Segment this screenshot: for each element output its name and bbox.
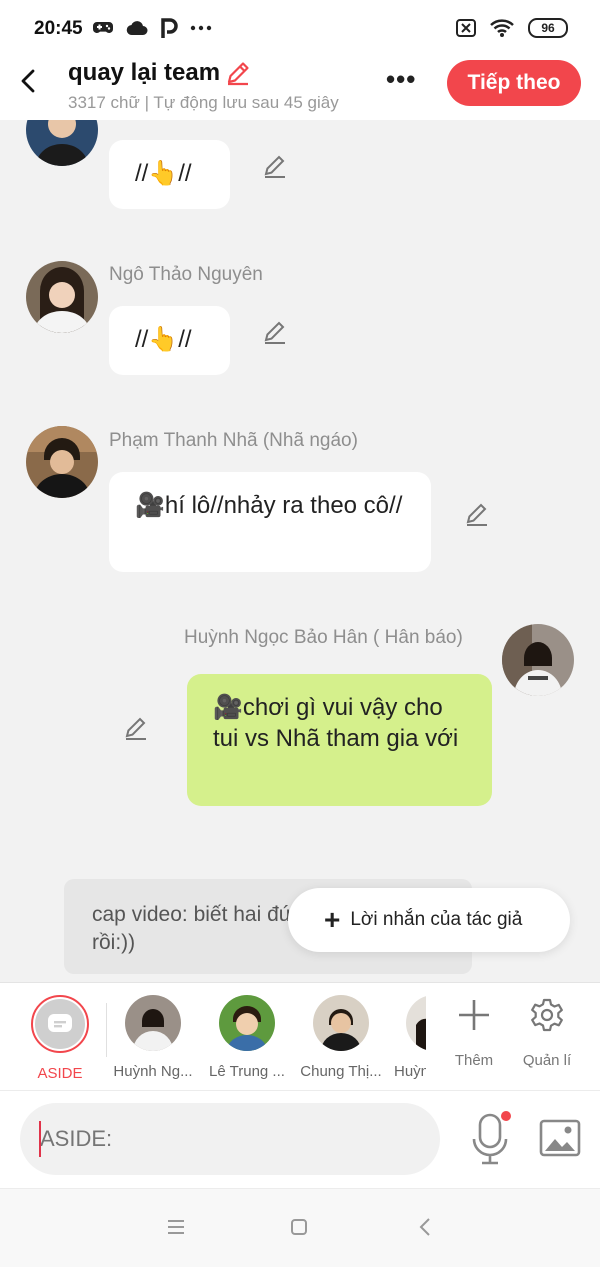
sim-off-icon xyxy=(456,19,476,37)
avatar[interactable] xyxy=(26,261,98,333)
edit-title-pencil-icon[interactable] xyxy=(224,59,252,87)
input-bar xyxy=(0,1090,600,1188)
edit-message-pencil-icon[interactable] xyxy=(262,319,288,345)
character-label: Chung Thị... xyxy=(300,1063,382,1080)
sender-name: Ngô Thảo Nguyên xyxy=(109,264,263,285)
more-options-icon[interactable]: ••• xyxy=(386,64,416,95)
author-note-label: Lời nhắn của tác giả xyxy=(350,909,523,930)
battery-indicator: 96 xyxy=(528,18,568,38)
system-nav-bar xyxy=(0,1188,600,1267)
p-app-icon xyxy=(161,18,178,38)
next-button[interactable]: Tiếp theo xyxy=(447,60,581,106)
text-caret xyxy=(39,1121,41,1157)
manage-characters-button[interactable]: Quản lí xyxy=(512,997,582,1069)
message-bubble[interactable]: 🎥hí lô//nhảy ra theo cô// xyxy=(109,472,431,572)
character-avatar xyxy=(406,995,426,1051)
gear-icon xyxy=(531,998,563,1032)
story-title: quay lại team xyxy=(68,59,221,86)
character-item[interactable]: Lê Trung ... xyxy=(202,995,292,1080)
character-item[interactable]: Huỳnh xyxy=(390,995,426,1080)
editor-header: quay lại team 3317 chữ | Tự động lưu sau… xyxy=(0,56,600,120)
plus-icon: + xyxy=(324,904,341,935)
message-bubble[interactable]: 🎥chơi gì vui vậy cho tui vs Nhã tham gia… xyxy=(187,674,492,806)
divider xyxy=(106,1003,107,1057)
avatar[interactable] xyxy=(26,120,98,166)
manage-label: Quản lí xyxy=(522,1052,572,1069)
title-row[interactable]: quay lại team xyxy=(68,59,252,87)
edit-message-pencil-icon[interactable] xyxy=(464,501,490,527)
character-avatar xyxy=(219,995,275,1051)
add-label: Thêm xyxy=(454,1052,494,1069)
edit-message-pencil-icon[interactable] xyxy=(262,153,288,179)
message-bubble[interactable]: //👆// xyxy=(109,306,230,375)
sender-name: Phạm Thanh Nhã (Nhã ngáo) xyxy=(109,430,358,451)
notification-dot xyxy=(501,1111,511,1121)
cloud-icon xyxy=(126,20,148,35)
character-label: Lê Trung ... xyxy=(209,1063,285,1080)
avatar[interactable] xyxy=(26,426,98,498)
add-character-button[interactable]: Thêm xyxy=(439,997,509,1069)
status-time: 20:45 xyxy=(34,18,83,39)
home-square-icon[interactable] xyxy=(290,1218,308,1236)
avatar[interactable] xyxy=(502,624,574,696)
message-bubble[interactable]: //👆// xyxy=(109,140,230,209)
more-dots-icon xyxy=(190,25,212,31)
character-aside[interactable]: ASIDE xyxy=(15,995,105,1082)
author-note-button[interactable]: + Lời nhắn của tác giả xyxy=(288,888,570,952)
message-text: //👆// xyxy=(135,160,192,187)
wifi-icon xyxy=(490,19,514,37)
word-count-autosave: 3317 chữ | Tự động lưu sau 45 giây xyxy=(68,93,339,112)
character-scroll-edge: Huỳnh xyxy=(390,983,426,1091)
status-icons xyxy=(92,17,212,39)
sender-name: Huỳnh Ngọc Bảo Hân ( Hân báo) xyxy=(184,627,463,648)
character-bar: ASIDE Huỳnh Ng... Lê Trung ... Chung Thị… xyxy=(0,982,600,1090)
chat-bubble-icon xyxy=(48,1014,72,1032)
character-item[interactable]: Chung Thị... xyxy=(296,995,386,1080)
status-right: 96 xyxy=(456,18,568,38)
back-arrow-icon[interactable] xyxy=(14,66,44,96)
message-text: 🎥hí lô//nhảy ra theo cô// xyxy=(135,492,403,519)
image-icon[interactable] xyxy=(539,1119,581,1157)
gamepad-icon xyxy=(93,22,113,33)
message-input[interactable] xyxy=(20,1103,440,1175)
plus-icon xyxy=(459,1000,489,1030)
chat-area: //👆// Ngô Thảo Nguyên //👆// Phạm Thanh N… xyxy=(0,120,600,982)
back-triangle-icon[interactable] xyxy=(418,1217,432,1237)
aside-avatar xyxy=(31,995,89,1053)
character-avatar xyxy=(125,995,181,1051)
message-text: //👆// xyxy=(135,326,192,353)
character-avatar xyxy=(313,995,369,1051)
character-item[interactable]: Huỳnh Ng... xyxy=(108,995,198,1080)
character-label: ASIDE xyxy=(37,1065,83,1082)
message-text: 🎥chơi gì vui vậy cho tui vs Nhã tham gia… xyxy=(213,694,459,752)
character-label: Huỳnh Ng... xyxy=(113,1063,193,1080)
edit-message-pencil-icon[interactable] xyxy=(123,715,149,741)
status-bar: 20:45 96 xyxy=(0,0,600,56)
menu-icon[interactable] xyxy=(166,1219,186,1235)
character-label: Huỳnh xyxy=(394,1063,426,1080)
